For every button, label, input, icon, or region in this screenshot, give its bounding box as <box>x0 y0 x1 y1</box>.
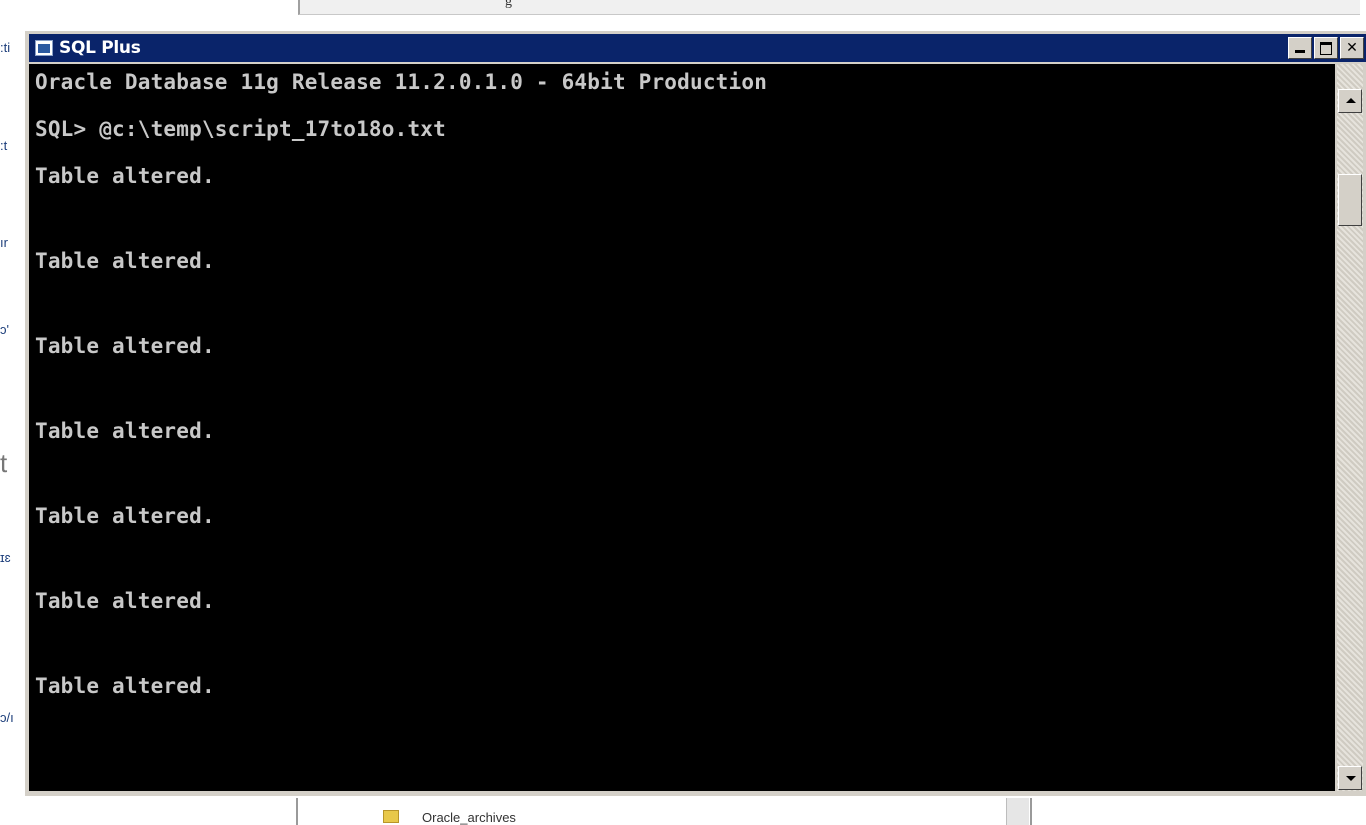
scroll-up-button[interactable] <box>1338 89 1362 113</box>
window-controls: ✕ <box>1286 37 1364 59</box>
background-left-fragment: ɔ' <box>0 322 9 337</box>
minimize-button[interactable] <box>1288 37 1312 59</box>
console-line: Table altered. <box>35 419 215 443</box>
background-toolbar <box>298 0 1360 15</box>
background-folder-label[interactable]: Oracle_archives <box>422 810 516 825</box>
background-left-fragment: ɔ/ı <box>0 710 14 725</box>
background-left-fragment: :t <box>0 138 8 153</box>
folder-icon <box>383 810 399 823</box>
background-window-top: g <box>0 0 1366 28</box>
background-left-fragment: ır <box>0 235 8 250</box>
sqlplus-app-icon[interactable] <box>35 40 53 56</box>
background-left-fragment: ɪɛ <box>0 550 11 565</box>
console-line: Oracle Database 11g Release 11.2.0.1.0 -… <box>35 70 768 94</box>
window-title: SQL Plus <box>59 38 141 58</box>
background-toolbar-text: g <box>505 0 512 9</box>
console-line: Table altered. <box>35 504 215 528</box>
close-icon: ✕ <box>1346 40 1358 56</box>
background-window-bottom: Oracle_archives <box>0 796 1366 825</box>
console-line: Table altered. <box>35 334 215 358</box>
close-button[interactable]: ✕ <box>1340 37 1364 59</box>
title-bar[interactable]: SQL Plus ✕ <box>29 34 1366 62</box>
sqlplus-window: SQL Plus ✕ Oracle Database 11g Release 1… <box>24 30 1366 796</box>
background-divider <box>1030 798 1032 825</box>
console-line: Table altered. <box>35 249 215 273</box>
scroll-thumb[interactable] <box>1338 174 1362 226</box>
vertical-scrollbar[interactable] <box>1337 64 1363 791</box>
console-line: Table altered. <box>35 674 215 698</box>
background-left-fragment: t <box>0 448 8 478</box>
console-line: SQL> @c:\temp\script_17to18o.txt <box>35 117 446 141</box>
console-output[interactable]: Oracle Database 11g Release 11.2.0.1.0 -… <box>29 64 1335 791</box>
background-divider <box>296 798 298 825</box>
scroll-down-button[interactable] <box>1338 766 1362 790</box>
background-left-fragment: :ti <box>0 40 11 55</box>
maximize-button[interactable] <box>1314 37 1338 59</box>
background-scrollbar[interactable] <box>1006 798 1029 825</box>
console-line: Table altered. <box>35 164 215 188</box>
console-line: Table altered. <box>35 589 215 613</box>
